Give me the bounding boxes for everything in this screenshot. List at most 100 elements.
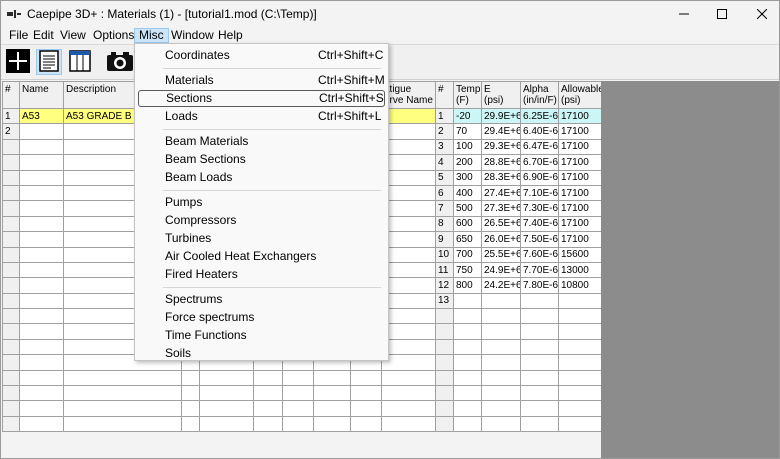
menu-item-coordinates[interactable]: Coordinates Ctrl+Shift+C [138,47,385,64]
grid-cell[interactable] [350,415,382,433]
allowable-cell[interactable] [558,354,602,371]
alpha-cell[interactable] [520,354,559,371]
material-name-cell[interactable] [19,292,64,310]
table-row[interactable]: 11 750 24.9E+6 7.70E-6 13000 [435,261,602,279]
temp-cell[interactable]: 500 [453,200,482,217]
modulus-cell[interactable]: 29.4E+6 [481,123,521,140]
text-view-button[interactable] [36,49,62,75]
table-row[interactable]: 12 800 24.2E+6 7.80E-6 10800 [435,277,602,294]
table-row[interactable] [435,308,602,325]
grid-cell[interactable] [282,415,314,433]
material-name-cell[interactable] [19,215,64,233]
material-name-cell[interactable] [19,415,64,433]
temp-cell[interactable] [453,323,482,340]
fatigue-curve-cell[interactable] [381,215,436,233]
grid-cell[interactable] [181,369,200,387]
material-description-cell[interactable] [63,400,182,417]
fatigue-curve-cell[interactable] [381,354,436,371]
alpha-cell[interactable] [520,400,559,417]
table-row[interactable] [435,369,602,387]
alpha-cell[interactable] [520,369,559,387]
modulus-cell[interactable]: 24.9E+6 [481,261,521,279]
material-name-cell[interactable] [19,261,64,279]
temp-cell[interactable]: 100 [453,138,482,156]
alpha-cell[interactable] [520,292,559,310]
fatigue-curve-cell[interactable] [381,138,436,156]
table-row[interactable] [435,354,602,371]
allowable-cell[interactable] [558,369,602,387]
table-row[interactable] [435,385,602,402]
temp-cell[interactable]: 70 [453,123,482,140]
alpha-cell[interactable]: 6.40E-6 [520,123,559,140]
fatigue-curve-cell[interactable] [381,323,436,340]
allowable-cell[interactable] [558,385,602,402]
material-name-cell[interactable] [19,277,64,294]
grid-cell[interactable] [181,400,200,417]
allowable-cell[interactable] [558,400,602,417]
menu-misc[interactable]: Misc [134,28,169,43]
allowable-cell[interactable]: 17100 [558,200,602,217]
menu-item-beam-loads[interactable]: Beam Loads [138,169,385,186]
menu-help[interactable]: Help [214,28,247,43]
grid-cell[interactable] [253,385,283,402]
table-row[interactable] [435,415,602,433]
fatigue-curve-cell[interactable] [381,154,436,171]
table-row[interactable]: 13 [435,292,602,310]
menu-view[interactable]: View [56,28,90,43]
grid-cell[interactable] [253,369,283,387]
allowable-cell[interactable]: 10800 [558,277,602,294]
menu-item-spectrums[interactable]: Spectrums [138,291,385,308]
temp-cell[interactable] [453,338,482,356]
modulus-cell[interactable] [481,385,521,402]
temp-cell[interactable] [453,308,482,325]
modulus-cell[interactable]: 28.8E+6 [481,154,521,171]
temp-cell[interactable]: 200 [453,154,482,171]
temp-cell[interactable] [453,369,482,387]
menu-item-turbines[interactable]: Turbines [138,230,385,247]
grid-cell[interactable] [199,369,254,387]
modulus-cell[interactable]: 24.2E+6 [481,277,521,294]
material-name-cell[interactable] [19,169,64,186]
menu-item-materials[interactable]: Materials Ctrl+Shift+M [138,72,385,89]
modulus-cell[interactable] [481,354,521,371]
fatigue-curve-cell[interactable] [381,308,436,325]
grid-cell[interactable] [181,385,200,402]
temp-cell[interactable]: 800 [453,277,482,294]
material-name-cell[interactable] [19,400,64,417]
menu-window[interactable]: Window [167,28,218,43]
temp-cell[interactable]: 400 [453,184,482,202]
material-name-cell[interactable] [19,308,64,325]
fatigue-curve-cell[interactable] [381,231,436,248]
temp-cell[interactable]: 300 [453,169,482,186]
material-name-cell[interactable] [19,154,64,171]
grid-cell[interactable] [253,415,283,433]
alpha-cell[interactable] [520,323,559,340]
grid-cell[interactable] [199,400,254,417]
material-name-cell[interactable] [19,231,64,248]
alpha-cell[interactable]: 6.47E-6 [520,138,559,156]
fatigue-curve-cell[interactable] [381,200,436,217]
allowable-cell[interactable]: 15600 [558,246,602,263]
table-row[interactable]: 8 600 26.5E+6 7.40E-6 17100 [435,215,602,233]
table-row[interactable] [2,385,436,402]
split-view-button[interactable] [67,49,93,75]
allowable-cell[interactable] [558,323,602,340]
close-button[interactable] [739,1,780,27]
menu-item-sections[interactable]: Sections Ctrl+Shift+S [138,90,385,107]
material-name-cell[interactable] [19,385,64,402]
alpha-cell[interactable]: 6.25E-6 [520,107,559,125]
material-name-cell[interactable] [19,246,64,263]
table-row[interactable]: 2 70 29.4E+6 6.40E-6 17100 [435,123,602,140]
table-row[interactable] [2,415,436,433]
temp-cell[interactable] [453,385,482,402]
fatigue-curve-cell[interactable] [381,292,436,310]
menu-item-fired-heaters[interactable]: Fired Heaters [138,266,385,283]
allowable-cell[interactable] [558,308,602,325]
alpha-cell[interactable]: 7.10E-6 [520,184,559,202]
grid-cell[interactable] [313,369,351,387]
fatigue-curve-cell[interactable] [381,261,436,279]
table-row[interactable] [435,338,602,356]
modulus-cell[interactable]: 29.3E+6 [481,138,521,156]
fatigue-curve-cell[interactable] [381,169,436,186]
table-row[interactable] [435,400,602,417]
